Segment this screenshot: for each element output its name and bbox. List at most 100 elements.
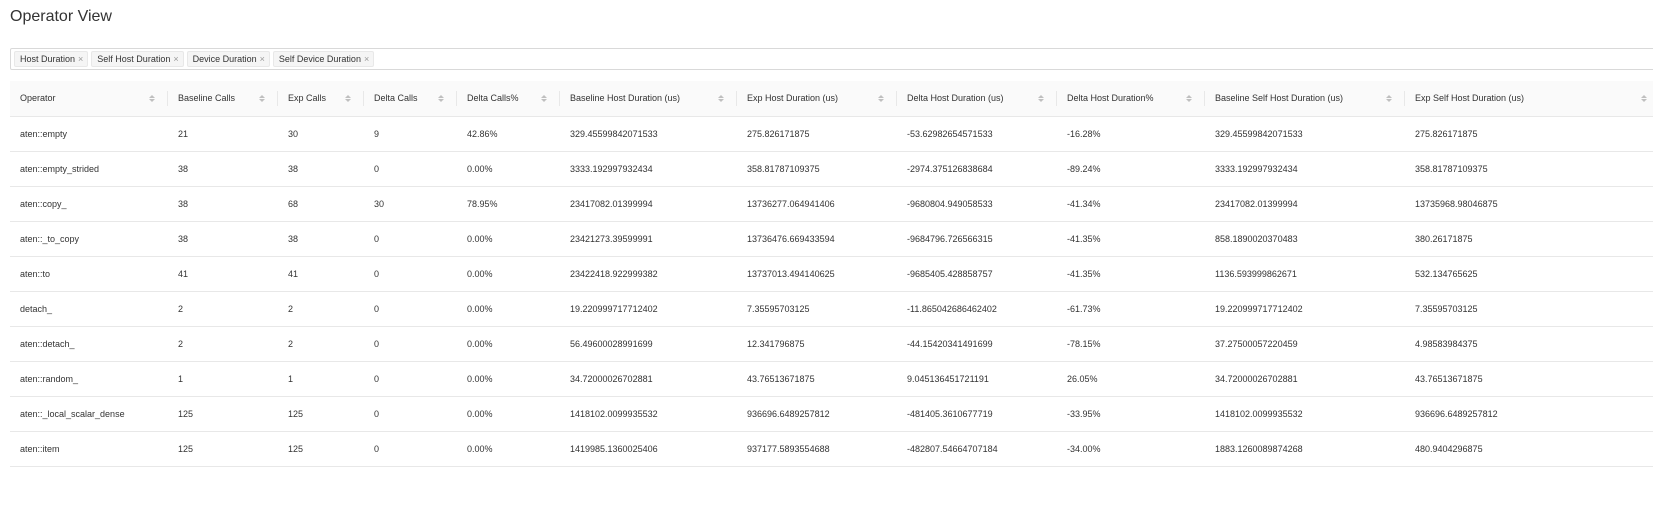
column-header[interactable]: Exp Calls — [278, 81, 364, 117]
table-cell: 0.00% — [457, 256, 560, 292]
table-row[interactable]: aten::empty 21 30 9 42.86% 329.45599842071533… — [10, 116, 1653, 152]
column-header[interactable]: Baseline Calls — [168, 81, 278, 117]
filter-tag: Device Duration × — [186, 51, 270, 67]
table-cell: -41.34% — [1057, 186, 1205, 222]
table-cell: 329.45599842071533 — [560, 116, 737, 152]
table-cell: 23417082.01399994 — [1205, 186, 1405, 222]
table-row[interactable]: aten::_to_copy 38 38 0 0.00% 23421273.3959999… — [10, 221, 1653, 257]
table-cell: 275.826171875 — [737, 116, 897, 152]
table-cell: 43.76513671875 — [737, 361, 897, 397]
sort-icon[interactable] — [1640, 94, 1648, 102]
table-cell: 2 — [168, 326, 278, 362]
table-row[interactable]: aten::copy_ 38 68 30 78.95% 23417082.01399994… — [10, 186, 1653, 222]
table-cell: 38 — [168, 186, 278, 222]
table-cell: 0 — [364, 431, 457, 467]
table-cell: -89.24% — [1057, 151, 1205, 187]
filter-tag: Host Duration × — [14, 51, 89, 67]
column-header[interactable]: Delta Host Duration (us) — [897, 81, 1057, 117]
table-cell: 23422418.922999382 — [560, 256, 737, 292]
table-cell: 2 — [278, 291, 364, 327]
operator-name-cell: aten::_to_copy — [10, 221, 168, 257]
table-cell: 0 — [364, 151, 457, 187]
table-cell: 2 — [278, 326, 364, 362]
operator-name-cell: aten::copy_ — [10, 186, 168, 222]
sort-icon[interactable] — [1385, 94, 1393, 102]
table-row[interactable]: aten::to 41 41 0 0.00% 23422418.922999382 1373… — [10, 256, 1653, 292]
table-cell: 125 — [168, 396, 278, 432]
table-cell: 30 — [278, 116, 364, 152]
column-filter-select[interactable]: Host Duration × Self Host Duration × Device … — [10, 48, 1653, 70]
table-cell: 380.26171875 — [1405, 221, 1653, 257]
table-cell: -34.00% — [1057, 431, 1205, 467]
operator-name-cell: aten::empty_strided — [10, 151, 168, 187]
table-cell: 0.00% — [457, 431, 560, 467]
table-cell: 358.81787109375 — [737, 151, 897, 187]
table-cell: -482807.54664707184 — [897, 431, 1057, 467]
table-cell: 532.134765625 — [1405, 256, 1653, 292]
column-header[interactable]: Delta Calls% — [457, 81, 560, 117]
close-icon[interactable]: × — [364, 54, 369, 64]
sort-icon[interactable] — [344, 94, 352, 102]
table-cell: 1 — [278, 361, 364, 397]
table-row[interactable]: aten::random_ 1 1 0 0.00% 34.72000026702881 43… — [10, 361, 1653, 397]
page-title: Operator View — [10, 8, 112, 25]
table-cell: 0 — [364, 221, 457, 257]
operator-name-cell: aten::item — [10, 431, 168, 467]
table-cell: -44.15420341491699 — [897, 326, 1057, 362]
table-cell: 56.49600028991699 — [560, 326, 737, 362]
sort-icon[interactable] — [877, 94, 885, 102]
sort-icon[interactable] — [1037, 94, 1045, 102]
column-header-label: Delta Host Duration% — [1067, 93, 1154, 104]
column-header-label: Delta Calls — [374, 93, 418, 104]
sort-icon[interactable] — [717, 94, 725, 102]
sort-icon[interactable] — [540, 94, 548, 102]
filter-tag: Self Device Duration × — [272, 51, 375, 67]
table-cell: 3333.192997932434 — [1205, 151, 1405, 187]
close-icon[interactable]: × — [173, 54, 178, 64]
table-cell: 1136.593999862671 — [1205, 256, 1405, 292]
table-row[interactable]: aten::item 125 125 0 0.00% 1419985.1360025406… — [10, 431, 1653, 467]
column-header[interactable]: Baseline Host Duration (us) — [560, 81, 737, 117]
table-cell: 0 — [364, 396, 457, 432]
operator-name-cell: aten::to — [10, 256, 168, 292]
filter-tag-label: Self Host Duration — [97, 54, 171, 64]
table-row[interactable]: detach_ 2 2 0 0.00% 19.220999717712402 7.35595… — [10, 291, 1653, 327]
column-header[interactable]: Baseline Self Host Duration (us) — [1205, 81, 1405, 117]
table-body: aten::empty 21 30 9 42.86% 329.45599842071533… — [10, 116, 1653, 467]
close-icon[interactable]: × — [260, 54, 265, 64]
table-cell: -61.73% — [1057, 291, 1205, 327]
sort-icon[interactable] — [1185, 94, 1193, 102]
table-cell: -33.95% — [1057, 396, 1205, 432]
table-cell: 21 — [168, 116, 278, 152]
filter-tag: Self Host Duration × — [91, 51, 184, 67]
table-row[interactable]: aten::detach_ 2 2 0 0.00% 56.49600028991699 12… — [10, 326, 1653, 362]
column-header[interactable]: Delta Host Duration% — [1057, 81, 1205, 117]
table-cell: -9684796.726566315 — [897, 221, 1057, 257]
table-cell: 2 — [168, 291, 278, 327]
table-row[interactable]: aten::_local_scalar_dense 125 125 0 0.00% 141… — [10, 396, 1653, 432]
table-cell: 1 — [168, 361, 278, 397]
column-header[interactable]: Exp Host Duration (us) — [737, 81, 897, 117]
table-cell: 37.27500057220459 — [1205, 326, 1405, 362]
column-header[interactable]: Operator — [10, 81, 168, 117]
column-header-label: Delta Calls% — [467, 93, 519, 104]
table-cell: 9 — [364, 116, 457, 152]
table-cell: 125 — [278, 396, 364, 432]
table-cell: 0.00% — [457, 326, 560, 362]
table-cell: -481405.3610677719 — [897, 396, 1057, 432]
column-header[interactable]: Exp Self Host Duration (us) — [1405, 81, 1653, 117]
sort-icon[interactable] — [437, 94, 445, 102]
close-icon[interactable]: × — [78, 54, 83, 64]
table-cell: 13737013.494140625 — [737, 256, 897, 292]
sort-icon[interactable] — [148, 94, 156, 102]
table-cell: 0.00% — [457, 221, 560, 257]
sort-icon[interactable] — [258, 94, 266, 102]
table-cell: 34.72000026702881 — [560, 361, 737, 397]
table-row[interactable]: aten::empty_strided 38 38 0 0.00% 3333.192997… — [10, 151, 1653, 187]
table-cell: 12.341796875 — [737, 326, 897, 362]
table-cell: 13736277.064941406 — [737, 186, 897, 222]
table-cell: -16.28% — [1057, 116, 1205, 152]
column-header[interactable]: Delta Calls — [364, 81, 457, 117]
column-header-label: Delta Host Duration (us) — [907, 93, 1004, 104]
table-header-row: Operator Baseline Calls Exp Calls Delta Cal… — [10, 81, 1653, 117]
